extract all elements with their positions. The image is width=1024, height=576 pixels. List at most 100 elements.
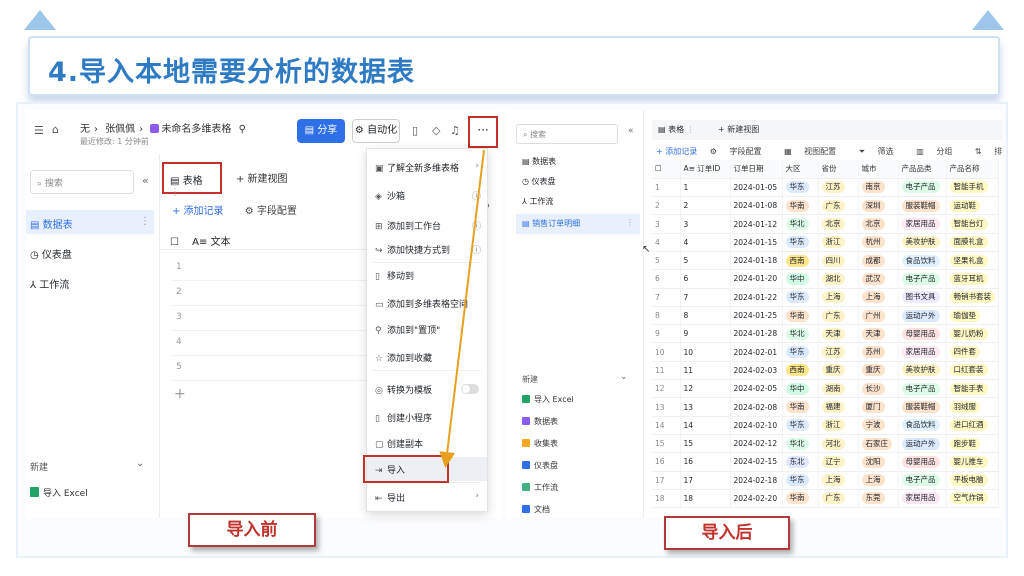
table-cell[interactable]: 11 <box>652 361 681 381</box>
table-cell[interactable]: 跑步鞋 <box>946 434 999 454</box>
table-row[interactable]: 11 11 2024-02-03 西南 重庆 重庆 美妆护肤 口红套装 <box>652 361 999 381</box>
table-row[interactable]: 13 13 2024-02-08 华南 福建 厦门 服装鞋帽 羽绒服 <box>652 397 999 417</box>
table-cell[interactable]: 2 <box>652 196 681 216</box>
table-cell[interactable]: 13 <box>680 397 731 417</box>
table-cell[interactable]: 2024-01-22 <box>730 288 783 307</box>
table-cell[interactable]: 北京 <box>858 214 899 234</box>
collapse-icon[interactable]: « <box>142 174 149 187</box>
view-config-button[interactable]: ▦ 视图配置 <box>784 147 846 156</box>
table-cell[interactable]: 图书文具 <box>898 288 947 307</box>
table-cell[interactable]: 进口红酒 <box>946 416 999 435</box>
pin-icon[interactable]: ⚲ <box>239 124 246 135</box>
chevron-down-icon[interactable]: ⌄ <box>136 458 144 469</box>
table-row[interactable]: 2 2 2024-01-08 华南 广东 深圳 服装鞋帽 运动鞋 <box>652 196 999 216</box>
table-row[interactable]: 3 <box>172 306 392 331</box>
table-cell[interactable]: 厦门 <box>858 397 899 417</box>
import-excel-item[interactable]: 导入 Excel <box>30 486 88 499</box>
table-cell[interactable]: 智能手表 <box>946 379 999 399</box>
table-cell[interactable]: 浙江 <box>818 416 859 435</box>
table-cell[interactable]: 运动鞋 <box>946 196 999 216</box>
table-row[interactable]: 2 <box>172 281 392 306</box>
menu-item[interactable]: ◈ 沙箱 ⓘ <box>367 183 487 207</box>
table-row[interactable]: 15 15 2024-02-12 华北 河北 石家庄 运动户外 跑步鞋 <box>652 434 999 454</box>
table-cell[interactable]: 华中 <box>782 379 819 399</box>
table-cell[interactable]: 2024-02-18 <box>730 471 783 490</box>
table-cell[interactable]: 天津 <box>858 324 899 344</box>
table-cell[interactable]: 江苏 <box>818 342 859 362</box>
table-cell[interactable]: 2024-01-05 <box>730 178 783 198</box>
table-cell[interactable]: 家居用品 <box>898 214 947 234</box>
table-row[interactable]: 5 <box>172 356 392 381</box>
table-cell[interactable]: 坚果礼盒 <box>946 251 999 271</box>
table-cell[interactable]: 深圳 <box>858 196 899 216</box>
table-cell[interactable]: 江苏 <box>818 178 859 198</box>
table-row[interactable]: 14 14 2024-02-10 华东 浙江 宁波 食品饮料 进口红酒 <box>652 416 999 435</box>
table-cell[interactable]: 广州 <box>858 306 899 326</box>
table-cell[interactable]: 智能手机 <box>946 178 999 198</box>
add-row-button[interactable]: + <box>174 386 186 402</box>
sidebar-item-dashboard[interactable]: ◷ 仪表盘 <box>516 172 640 192</box>
table-cell[interactable]: 华东 <box>782 471 819 490</box>
table-cell[interactable]: 2024-02-12 <box>730 434 783 454</box>
table-cell[interactable]: 6 <box>652 269 681 289</box>
table-row[interactable]: 6 6 2024-01-20 华中 湖北 武汉 电子产品 蓝牙耳机 <box>652 269 999 289</box>
field-config-button[interactable]: ⚙ 字段配置 <box>245 206 297 217</box>
breadcrumb-item[interactable]: 无 <box>80 124 90 135</box>
table-cell[interactable]: 华东 <box>782 342 819 362</box>
add-record-button[interactable]: + 添加记录 <box>656 147 697 156</box>
table-cell[interactable]: 河北 <box>818 434 859 454</box>
table-cell[interactable]: 1 <box>680 178 731 198</box>
menu-item[interactable]: ▣ 了解全新多维表格 › <box>367 155 487 179</box>
column-header[interactable]: 城市 <box>858 160 899 179</box>
field-config-button[interactable]: ⚙ 字段配置 <box>710 147 772 156</box>
table-cell[interactable]: 华东 <box>782 178 819 198</box>
table-cell[interactable]: 华南 <box>782 306 819 326</box>
menu-item[interactable]: ⚲ 添加到"置顶" <box>367 317 487 341</box>
table-cell[interactable]: 服装鞋帽 <box>898 196 947 216</box>
table-cell[interactable]: 10 <box>652 342 681 362</box>
table-cell[interactable]: 2024-02-03 <box>730 361 783 381</box>
table-cell[interactable]: 7 <box>680 288 731 307</box>
menu-item[interactable]: ⊞ 添加到工作台 ⓘ <box>367 213 487 237</box>
table-cell[interactable]: 2024-02-20 <box>730 489 783 509</box>
table-cell[interactable]: 重庆 <box>818 361 859 381</box>
table-cell[interactable]: 华南 <box>782 196 819 216</box>
doc-title[interactable]: 未命名多维表格 <box>161 124 231 135</box>
new-import-excel[interactable]: 导入 Excel <box>522 394 574 405</box>
table-cell[interactable]: 运动户外 <box>898 306 947 326</box>
table-cell[interactable]: 东北 <box>782 452 819 472</box>
table-row[interactable]: 17 17 2024-02-18 华东 上海 上海 电子产品 平板电脑 <box>652 471 999 490</box>
new-doc[interactable]: 文档 <box>522 504 550 515</box>
table-cell[interactable]: 西南 <box>782 251 819 271</box>
table-cell[interactable]: 母婴用品 <box>898 324 947 344</box>
doc-icon[interactable]: ▯ <box>412 124 418 137</box>
table-cell[interactable]: 服装鞋帽 <box>898 397 947 417</box>
table-cell[interactable]: 6 <box>680 269 731 289</box>
new-datatable[interactable]: 数据表 <box>522 416 558 427</box>
table-cell[interactable]: 2024-02-01 <box>730 342 783 362</box>
table-cell[interactable]: 华中 <box>782 269 819 289</box>
info-icon[interactable]: ⓘ <box>472 189 481 202</box>
table-cell[interactable]: 家居用品 <box>898 342 947 362</box>
sidebar-item-datatable[interactable]: ▤ 数据表 <box>516 152 640 172</box>
table-cell[interactable]: 16 <box>680 452 731 472</box>
table-cell[interactable]: 平板电脑 <box>946 471 999 490</box>
new-view-button[interactable]: + 新建视图 <box>718 124 759 135</box>
menu-item[interactable]: ☆ 添加到收藏 <box>367 345 487 369</box>
info-icon[interactable]: ⓘ <box>472 243 481 256</box>
new-form[interactable]: 收集表 <box>522 438 558 449</box>
table-cell[interactable]: 电子产品 <box>898 379 947 399</box>
table-cell[interactable]: 电子产品 <box>898 178 947 198</box>
table-row[interactable]: 10 10 2024-02-01 华东 江苏 苏州 家居用品 四件套 <box>652 342 999 362</box>
column-header[interactable]: 订单日期 <box>730 160 783 179</box>
sort-button[interactable]: ⇅ 排序 <box>975 147 1002 156</box>
table-cell[interactable]: 重庆 <box>858 361 899 381</box>
sidebar-item-workflow[interactable]: ⅄ 工作流 <box>516 192 640 212</box>
table-cell[interactable]: 天津 <box>818 324 859 344</box>
sidebar-item-sales-orders[interactable]: ▤ 销售订单明细 ⋮ <box>516 214 640 234</box>
table-cell[interactable]: 2024-01-18 <box>730 251 783 271</box>
filter-button[interactable]: ⏷ 筛选 <box>859 147 904 156</box>
table-cell[interactable]: 2024-02-08 <box>730 397 783 417</box>
table-cell[interactable]: 华东 <box>782 416 819 435</box>
table-cell[interactable]: 长沙 <box>858 379 899 399</box>
